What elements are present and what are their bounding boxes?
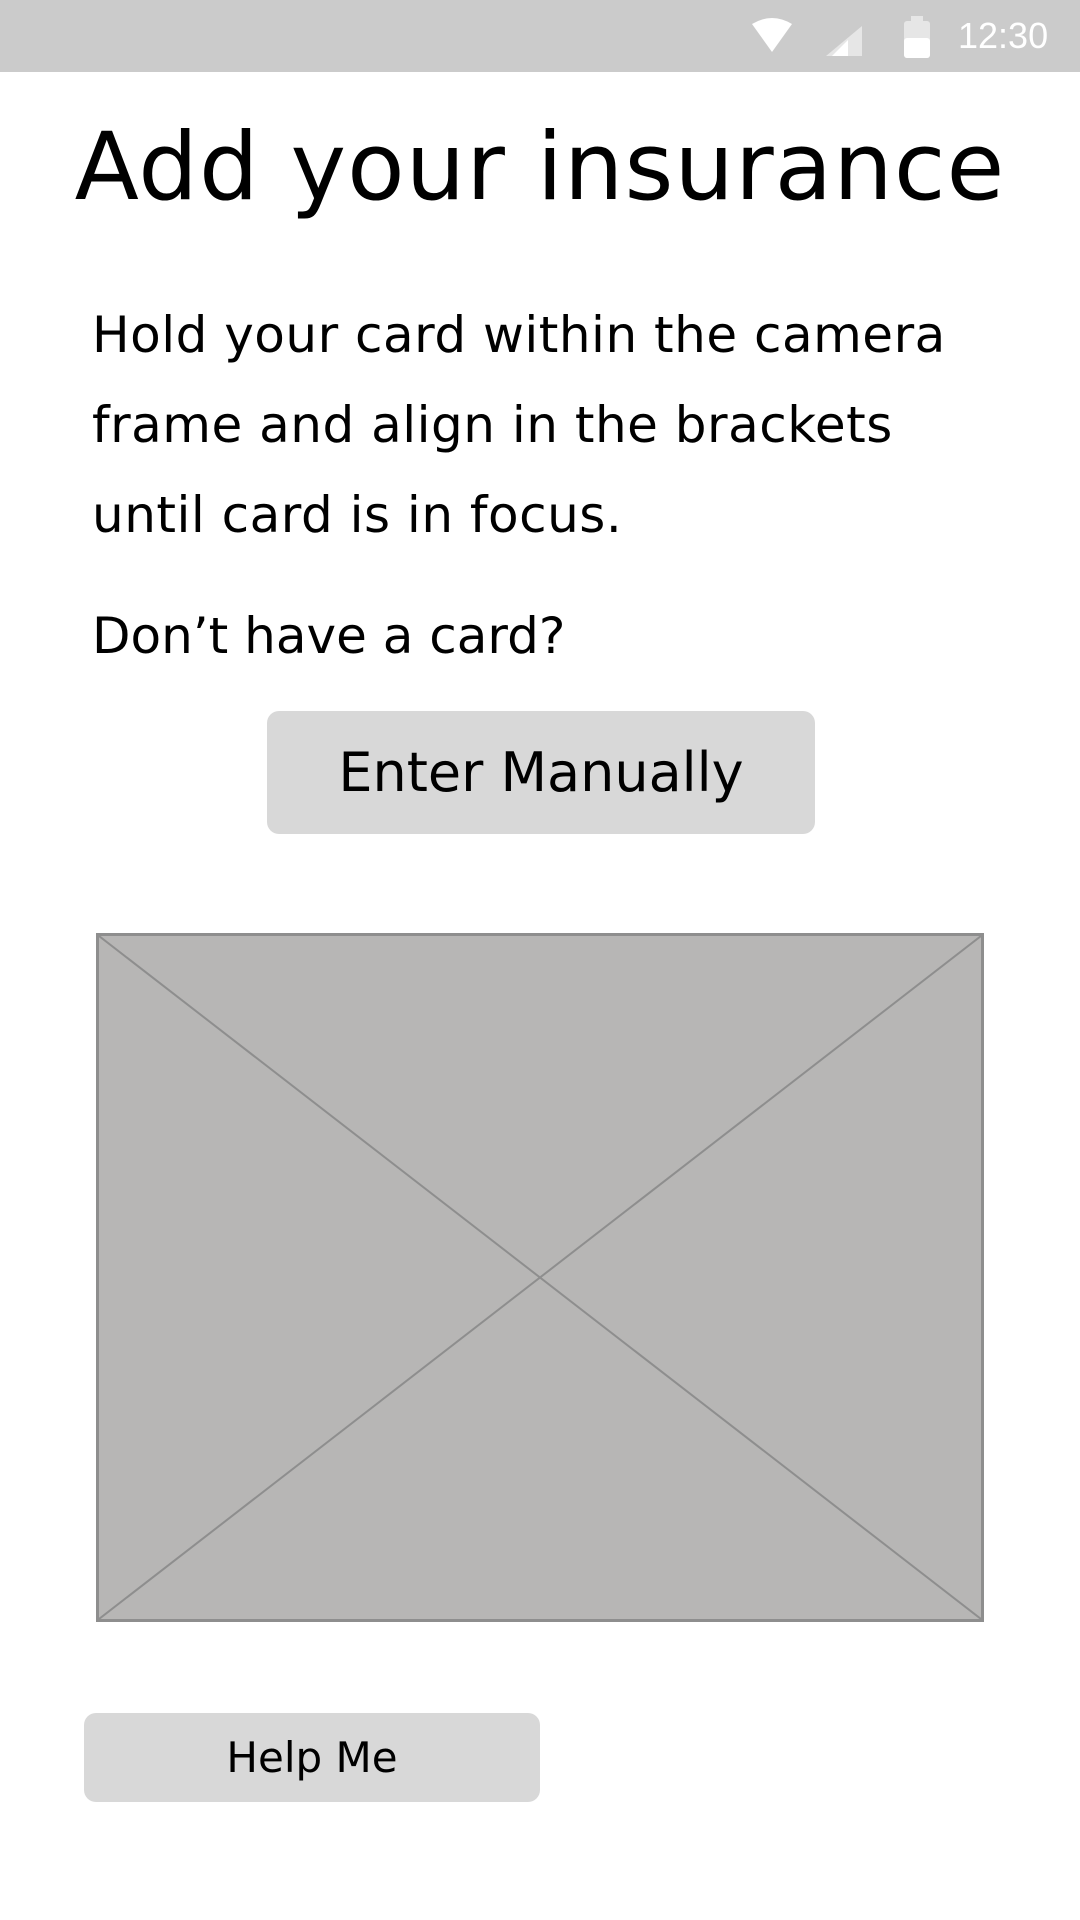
status-time: 12:30 bbox=[958, 15, 1049, 56]
help-me-button[interactable]: Help Me bbox=[84, 1713, 540, 1802]
camera-view-placeholder bbox=[96, 933, 984, 1622]
battery-icon bbox=[904, 16, 930, 58]
status-bar: 12:30 bbox=[0, 0, 1080, 72]
image-placeholder-icon bbox=[99, 936, 981, 1619]
instructions-text: Hold your card within the camera frame a… bbox=[92, 306, 946, 544]
wifi-icon bbox=[752, 18, 792, 52]
signal-icon bbox=[826, 26, 862, 56]
no-card-label: Don’t have a card? bbox=[92, 607, 566, 665]
enter-manually-button[interactable]: Enter Manually bbox=[267, 711, 815, 834]
page-title: Add your insurance bbox=[74, 113, 1006, 222]
